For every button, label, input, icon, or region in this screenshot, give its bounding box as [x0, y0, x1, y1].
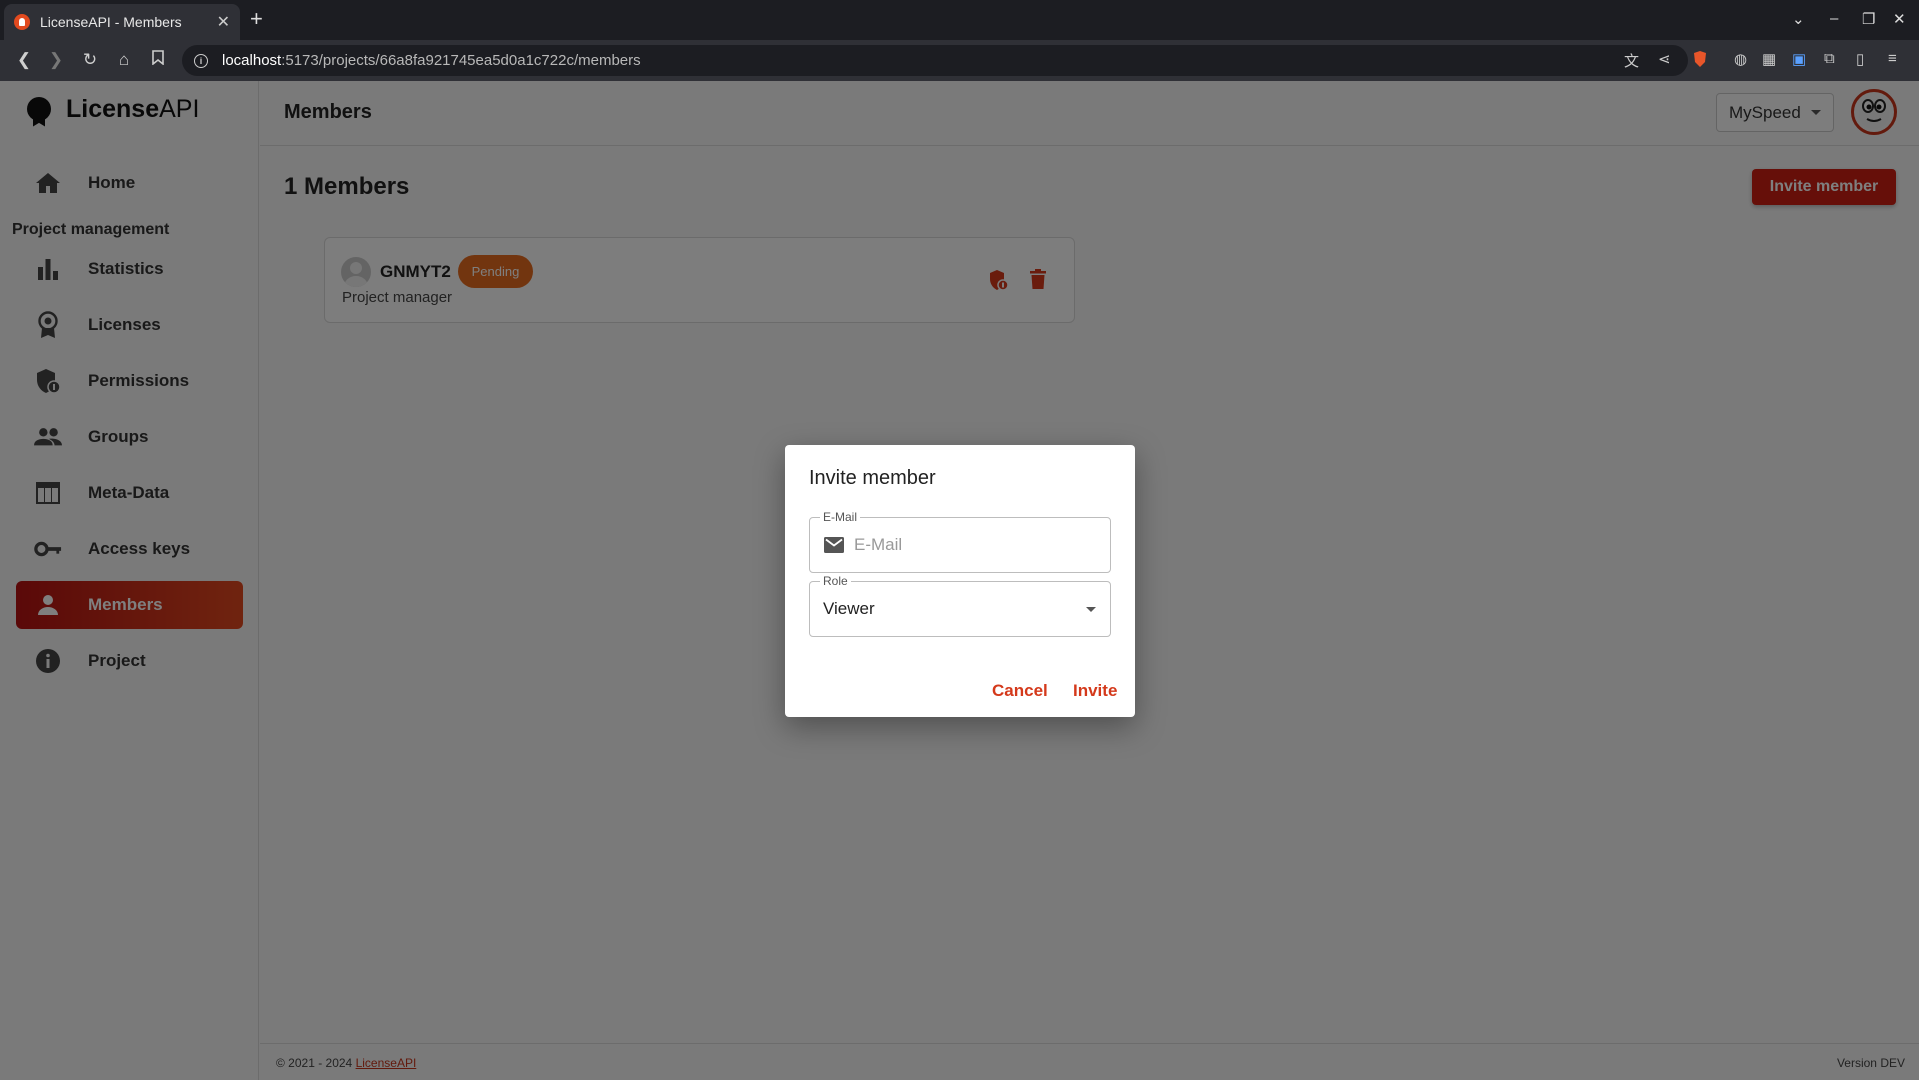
back-icon[interactable]: ❮ [14, 50, 34, 70]
bookmark-icon[interactable] [148, 50, 168, 70]
cancel-button[interactable]: Cancel [992, 681, 1048, 701]
brave-shield-icon[interactable] [1692, 50, 1708, 72]
browser-tab-bar: LicenseAPI - Members ✕ + ⌄ – ❐ ✕ [0, 0, 1919, 40]
role-field-label: Role [820, 574, 851, 588]
email-input[interactable] [854, 535, 1094, 555]
extension-badge-icon[interactable]: ▣ [1792, 50, 1806, 68]
new-tab-icon[interactable]: + [250, 8, 263, 30]
invite-member-dialog: Invite member E-Mail Role Viewer Cancel … [785, 445, 1135, 717]
home-icon[interactable]: ⌂ [114, 50, 134, 70]
sidebar-toggle-icon[interactable]: ▯ [1856, 50, 1864, 68]
tab-title: LicenseAPI - Members [40, 14, 182, 30]
role-select-value: Viewer [823, 599, 875, 618]
mail-icon [824, 537, 844, 558]
role-select[interactable]: Role Viewer [809, 574, 1111, 637]
caret-down-icon [1086, 607, 1096, 612]
reload-icon[interactable]: ↻ [80, 50, 100, 70]
site-info-icon[interactable]: i [194, 53, 208, 68]
url-bar[interactable]: i localhost:5173/projects/66a8fa921745ea… [182, 45, 1688, 76]
window-close-icon[interactable]: ✕ [1893, 10, 1906, 28]
tab-close-icon[interactable]: ✕ [217, 12, 230, 32]
translate-icon[interactable]: 文 [1624, 50, 1639, 71]
url-text[interactable]: localhost:5173/projects/66a8fa921745ea5d… [222, 52, 641, 69]
tab-list-chevron-icon[interactable]: ⌄ [1792, 10, 1805, 28]
dialog-title: Invite member [809, 467, 936, 489]
maximize-icon[interactable]: ❐ [1862, 10, 1875, 28]
browser-tab[interactable]: LicenseAPI - Members ✕ [4, 4, 240, 40]
forward-icon[interactable]: ❯ [46, 50, 66, 70]
invite-button[interactable]: Invite [1073, 681, 1117, 701]
menu-icon[interactable]: ≡ [1888, 50, 1897, 67]
minimize-icon[interactable]: – [1830, 10, 1838, 27]
browser-toolbar: ❮ ❯ ↻ ⌂ i localhost:5173/projects/66a8fa… [0, 40, 1919, 81]
share-icon[interactable]: ⋖ [1658, 50, 1671, 68]
extension-grid-icon[interactable]: ▦ [1762, 50, 1776, 68]
email-field[interactable]: E-Mail [809, 510, 1111, 573]
app-favicon-icon [14, 14, 30, 30]
extensions-icon[interactable]: ⧉ [1824, 50, 1835, 67]
vpn-icon[interactable]: ◍ [1734, 50, 1747, 68]
email-field-label: E-Mail [820, 510, 861, 524]
